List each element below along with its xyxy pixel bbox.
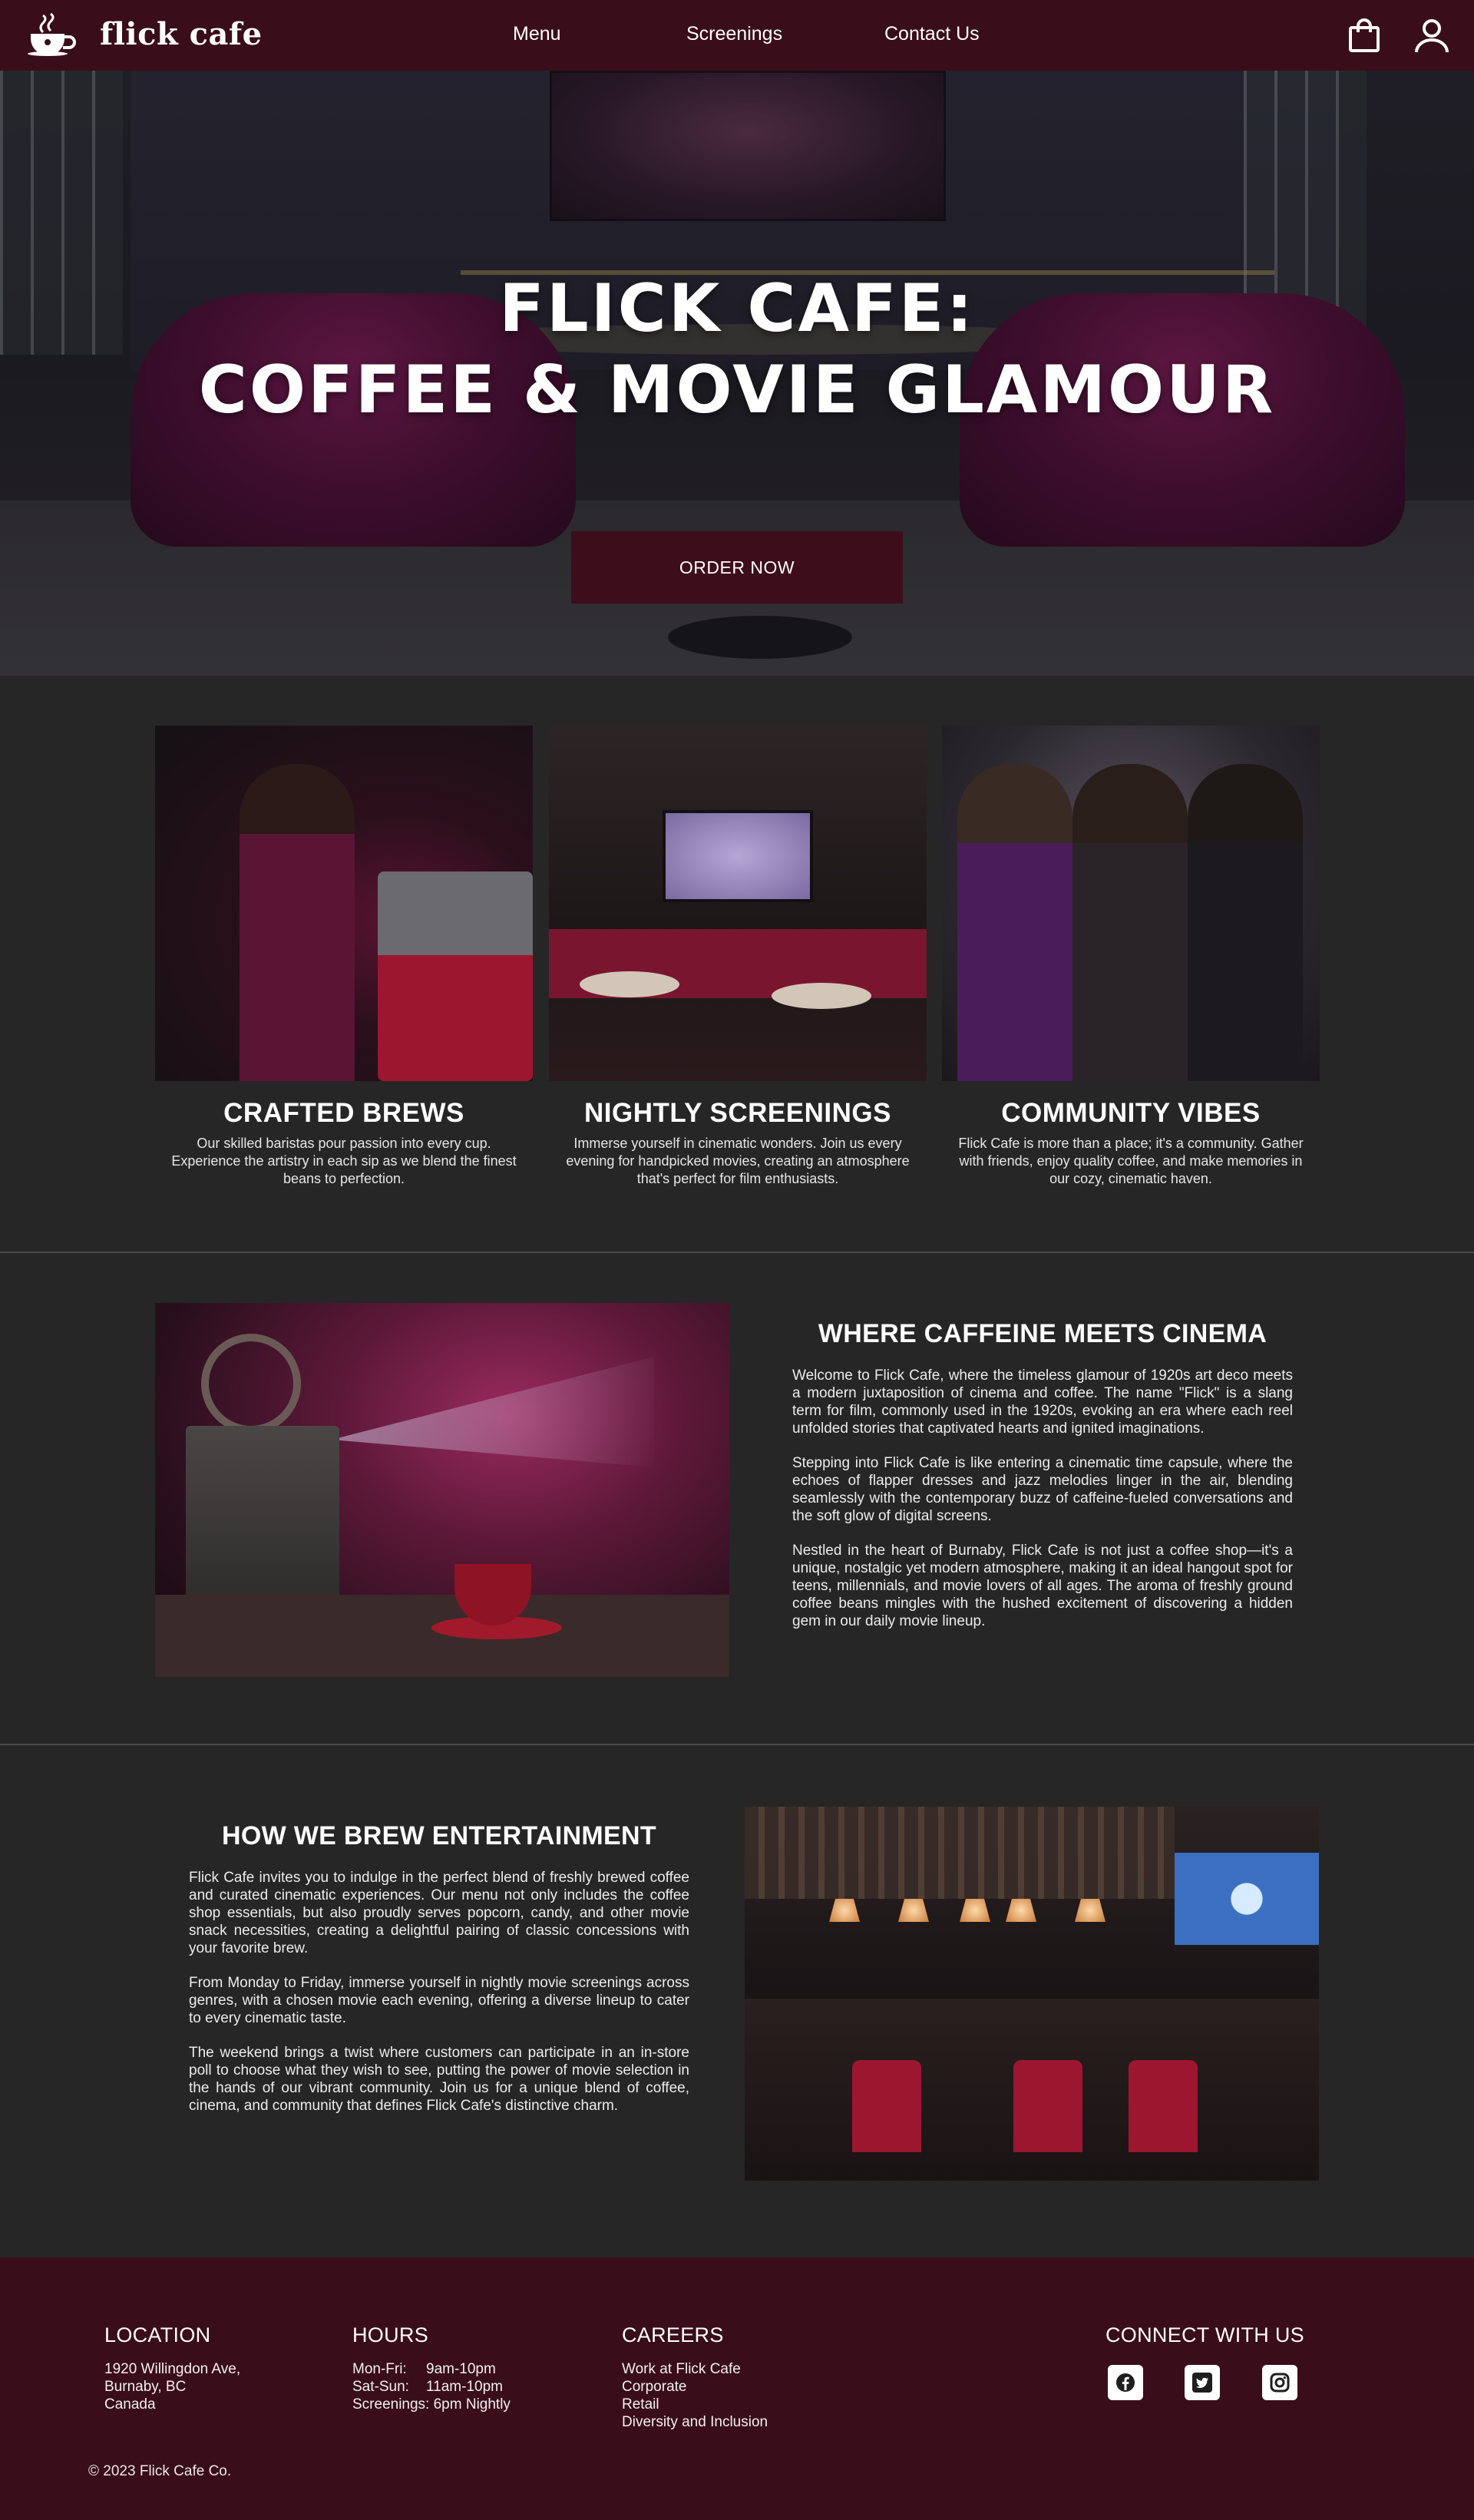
instagram-link[interactable]: [1262, 2365, 1297, 2400]
shopping-bag-icon[interactable]: [1346, 17, 1383, 54]
screening-room-photo: [549, 726, 927, 1081]
brew-paragraph: The weekend brings a twist where custome…: [189, 2045, 689, 2114]
hours-label: Sat-Sun:: [352, 2379, 409, 2395]
footer-location: 1920 Willingdon Ave, Burnaby, BC Canada: [104, 2360, 240, 2413]
movie-screen: [663, 810, 813, 902]
twitter-icon: [1192, 2373, 1212, 2393]
site-footer: LOCATION 1920 Willingdon Ave, Burnaby, B…: [0, 2257, 1474, 2520]
user-icon[interactable]: [1413, 17, 1450, 54]
hours-row: Mon-Fri: 9am-10pm: [352, 2360, 511, 2378]
hero-title-line2: COFFEE & MOVIE GLAMOUR: [198, 352, 1276, 428]
barista-figure: [240, 764, 355, 1081]
feature-desc: Our skilled baristas pour passion into e…: [171, 1136, 517, 1186]
hours-value: 9am-10pm: [426, 2361, 496, 2377]
pendant-lamp: [1075, 1899, 1106, 1922]
nav-link-menu[interactable]: Menu: [513, 23, 561, 45]
careers-link-work[interactable]: Work at Flick Cafe: [622, 2360, 768, 2378]
projector-beam: [332, 1357, 654, 1467]
footer-heading-location: LOCATION: [104, 2323, 211, 2346]
feature-desc: Immerse yourself in cinematic wonders. J…: [566, 1136, 910, 1186]
hours-row: Sat-Sun: 11am-10pm: [352, 2378, 511, 2396]
feature-title: COMMUNITY VIBES: [1001, 1098, 1261, 1128]
instagram-icon: [1270, 2373, 1290, 2393]
footer-careers: Work at Flick Cafe Corporate Retail Dive…: [622, 2360, 768, 2431]
espresso-machine: [378, 871, 533, 1081]
bar-shelf: [745, 1807, 1175, 1899]
barista-photo: [155, 726, 533, 1081]
section-divider: [0, 1744, 1474, 1745]
brew-paragraph: From Monday to Friday, immerse yourself …: [189, 1975, 689, 2026]
main-nav: Menu Screenings Contact Us: [0, 23, 1474, 54]
feature-card-nightly-screenings: NIGHTLY SCREENINGS Immerse yourself in c…: [549, 726, 927, 1188]
about-paragraph: Welcome to Flick Cafe, where the timeles…: [792, 1367, 1293, 1437]
screenings-time: Screenings: 6pm Nightly: [352, 2396, 511, 2413]
address-line: Canada: [104, 2396, 156, 2413]
cafe-table: [772, 983, 871, 1009]
address-line: Burnaby, BC: [104, 2379, 187, 2395]
pendant-lamp: [960, 1899, 990, 1922]
hero-title-line1: FLICK CAFE:: [499, 270, 975, 347]
red-chair: [852, 2060, 921, 2152]
brew-paragraph: Flick Cafe invites you to indulge in the…: [189, 1870, 689, 1956]
careers-link-corporate[interactable]: Corporate: [622, 2378, 768, 2396]
nav-link-screenings[interactable]: Screenings: [686, 23, 782, 45]
red-chair: [1129, 2060, 1198, 2152]
feature-title: CRAFTED BREWS: [223, 1098, 464, 1128]
section-divider: [0, 1252, 1474, 1253]
about-title: WHERE CAFFEINE MEETS CINEMA: [818, 1319, 1267, 1348]
hours-label: Mon-Fri:: [352, 2361, 407, 2377]
pendant-lamp: [1006, 1899, 1036, 1922]
careers-link-diversity[interactable]: Diversity and Inclusion: [622, 2413, 768, 2431]
movie-screen: [1175, 1853, 1319, 1945]
feature-title: NIGHTLY SCREENINGS: [584, 1098, 891, 1128]
feature-desc: Flick Cafe is more than a place; it's a …: [958, 1136, 1304, 1186]
feature-card-community-vibes: COMMUNITY VIBES Flick Cafe is more than …: [942, 726, 1320, 1188]
order-now-button[interactable]: ORDER NOW: [571, 531, 903, 604]
footer-heading-careers: CAREERS: [622, 2323, 724, 2346]
facebook-icon: [1116, 2373, 1135, 2392]
facebook-link[interactable]: [1108, 2365, 1143, 2400]
red-chair: [1013, 2060, 1082, 2152]
wooden-table: [155, 1595, 729, 1677]
footer-hours: Mon-Fri: 9am-10pm Sat-Sun: 11am-10pm Scr…: [352, 2360, 511, 2413]
address-line: 1920 Willingdon Ave,: [104, 2361, 241, 2377]
hours-value: 11am-10pm: [426, 2379, 503, 2395]
cafe-table: [580, 971, 679, 997]
nav-link-contact[interactable]: Contact Us: [884, 23, 980, 45]
brew-title: HOW WE BREW ENTERTAINMENT: [222, 1821, 656, 1850]
copyright-text: © 2023 Flick Cafe Co.: [88, 2463, 232, 2479]
film-reel: [201, 1334, 301, 1434]
pendant-lamp: [829, 1899, 860, 1922]
friend-figure: [1188, 764, 1303, 1081]
brew-text: Flick Cafe invites you to indulge in the…: [189, 1869, 689, 2131]
about-paragraph: Stepping into Flick Cafe is like enterin…: [792, 1455, 1293, 1524]
top-nav: flick cafe Menu Screenings Contact Us: [0, 0, 1474, 71]
pendant-lamp: [898, 1899, 929, 1922]
friend-figure: [1072, 764, 1188, 1081]
friend-figure: [957, 764, 1072, 1081]
projector-coffee-photo: [155, 1303, 729, 1677]
footer-heading-connect: CONNECT WITH US: [1106, 2323, 1304, 2346]
about-text: Welcome to Flick Cafe, where the timeles…: [792, 1367, 1293, 1647]
cafe-interior-photo: [745, 1807, 1319, 2181]
friends-photo: [942, 726, 1320, 1081]
twitter-link[interactable]: [1185, 2365, 1220, 2400]
feature-card-crafted-brews: CRAFTED BREWS Our skilled baristas pour …: [155, 726, 533, 1188]
about-paragraph: Nestled in the heart of Burnaby, Flick C…: [792, 1543, 1293, 1629]
careers-link-retail[interactable]: Retail: [622, 2396, 768, 2413]
footer-heading-hours: HOURS: [352, 2323, 429, 2346]
